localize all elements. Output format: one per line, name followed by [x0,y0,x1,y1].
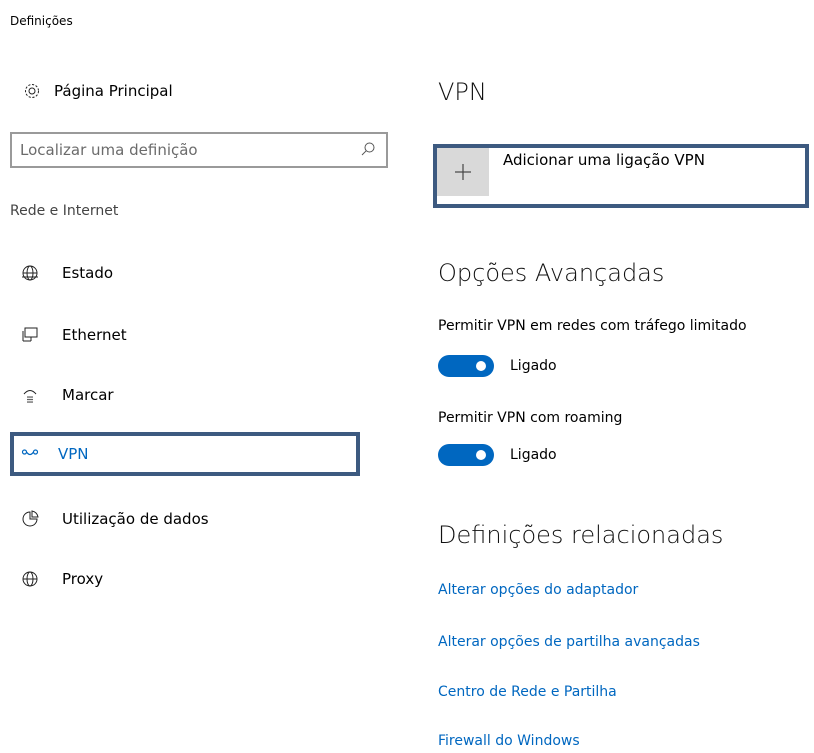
sidebar-item-utilizacao-de-dados[interactable]: Utilização de dados [10,497,360,541]
sidebar-item-proxy[interactable]: Proxy [10,557,360,601]
home-nav-item[interactable]: Página Principal [10,76,370,106]
toggle-knob [476,361,486,371]
add-vpn-label: Adicionar uma ligação VPN [503,151,705,169]
home-label: Página Principal [54,82,173,100]
dialup-icon [20,385,40,405]
gear-icon [20,79,44,103]
sidebar-item-label: Estado [62,264,114,282]
globe-status-icon [20,263,40,283]
section-heading: Rede e Internet [10,203,119,219]
sidebar-item-label: Utilização de dados [62,510,209,528]
sidebar-item-estado[interactable]: Estado [10,251,360,295]
link-advanced-sharing[interactable]: Alterar opções de partilha avançadas [438,634,700,650]
sidebar-item-label: Proxy [62,570,104,588]
sidebar: Página Principal Rede e Internet Estado [0,0,400,753]
add-tile [437,148,489,196]
ethernet-icon [20,325,40,345]
search-icon[interactable] [360,141,376,161]
search-box[interactable] [10,132,388,168]
search-input[interactable] [12,140,342,160]
metered-toggle[interactable] [438,355,494,377]
plus-icon [455,164,471,180]
related-settings-heading: Definições relacionadas [438,521,724,549]
toggle-state-label: Ligado [510,447,557,463]
metered-toggle-row: Ligado [438,355,557,377]
data-usage-icon [20,509,40,529]
link-adapter-options[interactable]: Alterar opções do adaptador [438,582,638,598]
vpn-icon [20,444,40,464]
roaming-option-label: Permitir VPN com roaming [438,410,623,426]
add-vpn-button[interactable]: Adicionar uma ligação VPN [433,144,809,208]
advanced-options-heading: Opções Avançadas [438,259,665,287]
sidebar-item-ethernet[interactable]: Ethernet [10,313,360,357]
sidebar-item-marcar[interactable]: Marcar [10,373,360,417]
globe-icon [20,569,40,589]
toggle-knob [476,450,486,460]
metered-option-label: Permitir VPN em redes com tráfego limita… [438,318,747,334]
link-network-sharing-center[interactable]: Centro de Rede e Partilha [438,684,617,700]
sidebar-item-label: VPN [58,445,89,463]
toggle-state-label: Ligado [510,358,557,374]
sidebar-item-label: Ethernet [62,326,127,344]
roaming-toggle-row: Ligado [438,444,557,466]
page-title: VPN [438,78,487,106]
sidebar-item-vpn[interactable]: VPN [10,432,360,476]
sidebar-item-label: Marcar [62,386,114,404]
roaming-toggle[interactable] [438,444,494,466]
link-windows-firewall[interactable]: Firewall do Windows [438,733,580,749]
